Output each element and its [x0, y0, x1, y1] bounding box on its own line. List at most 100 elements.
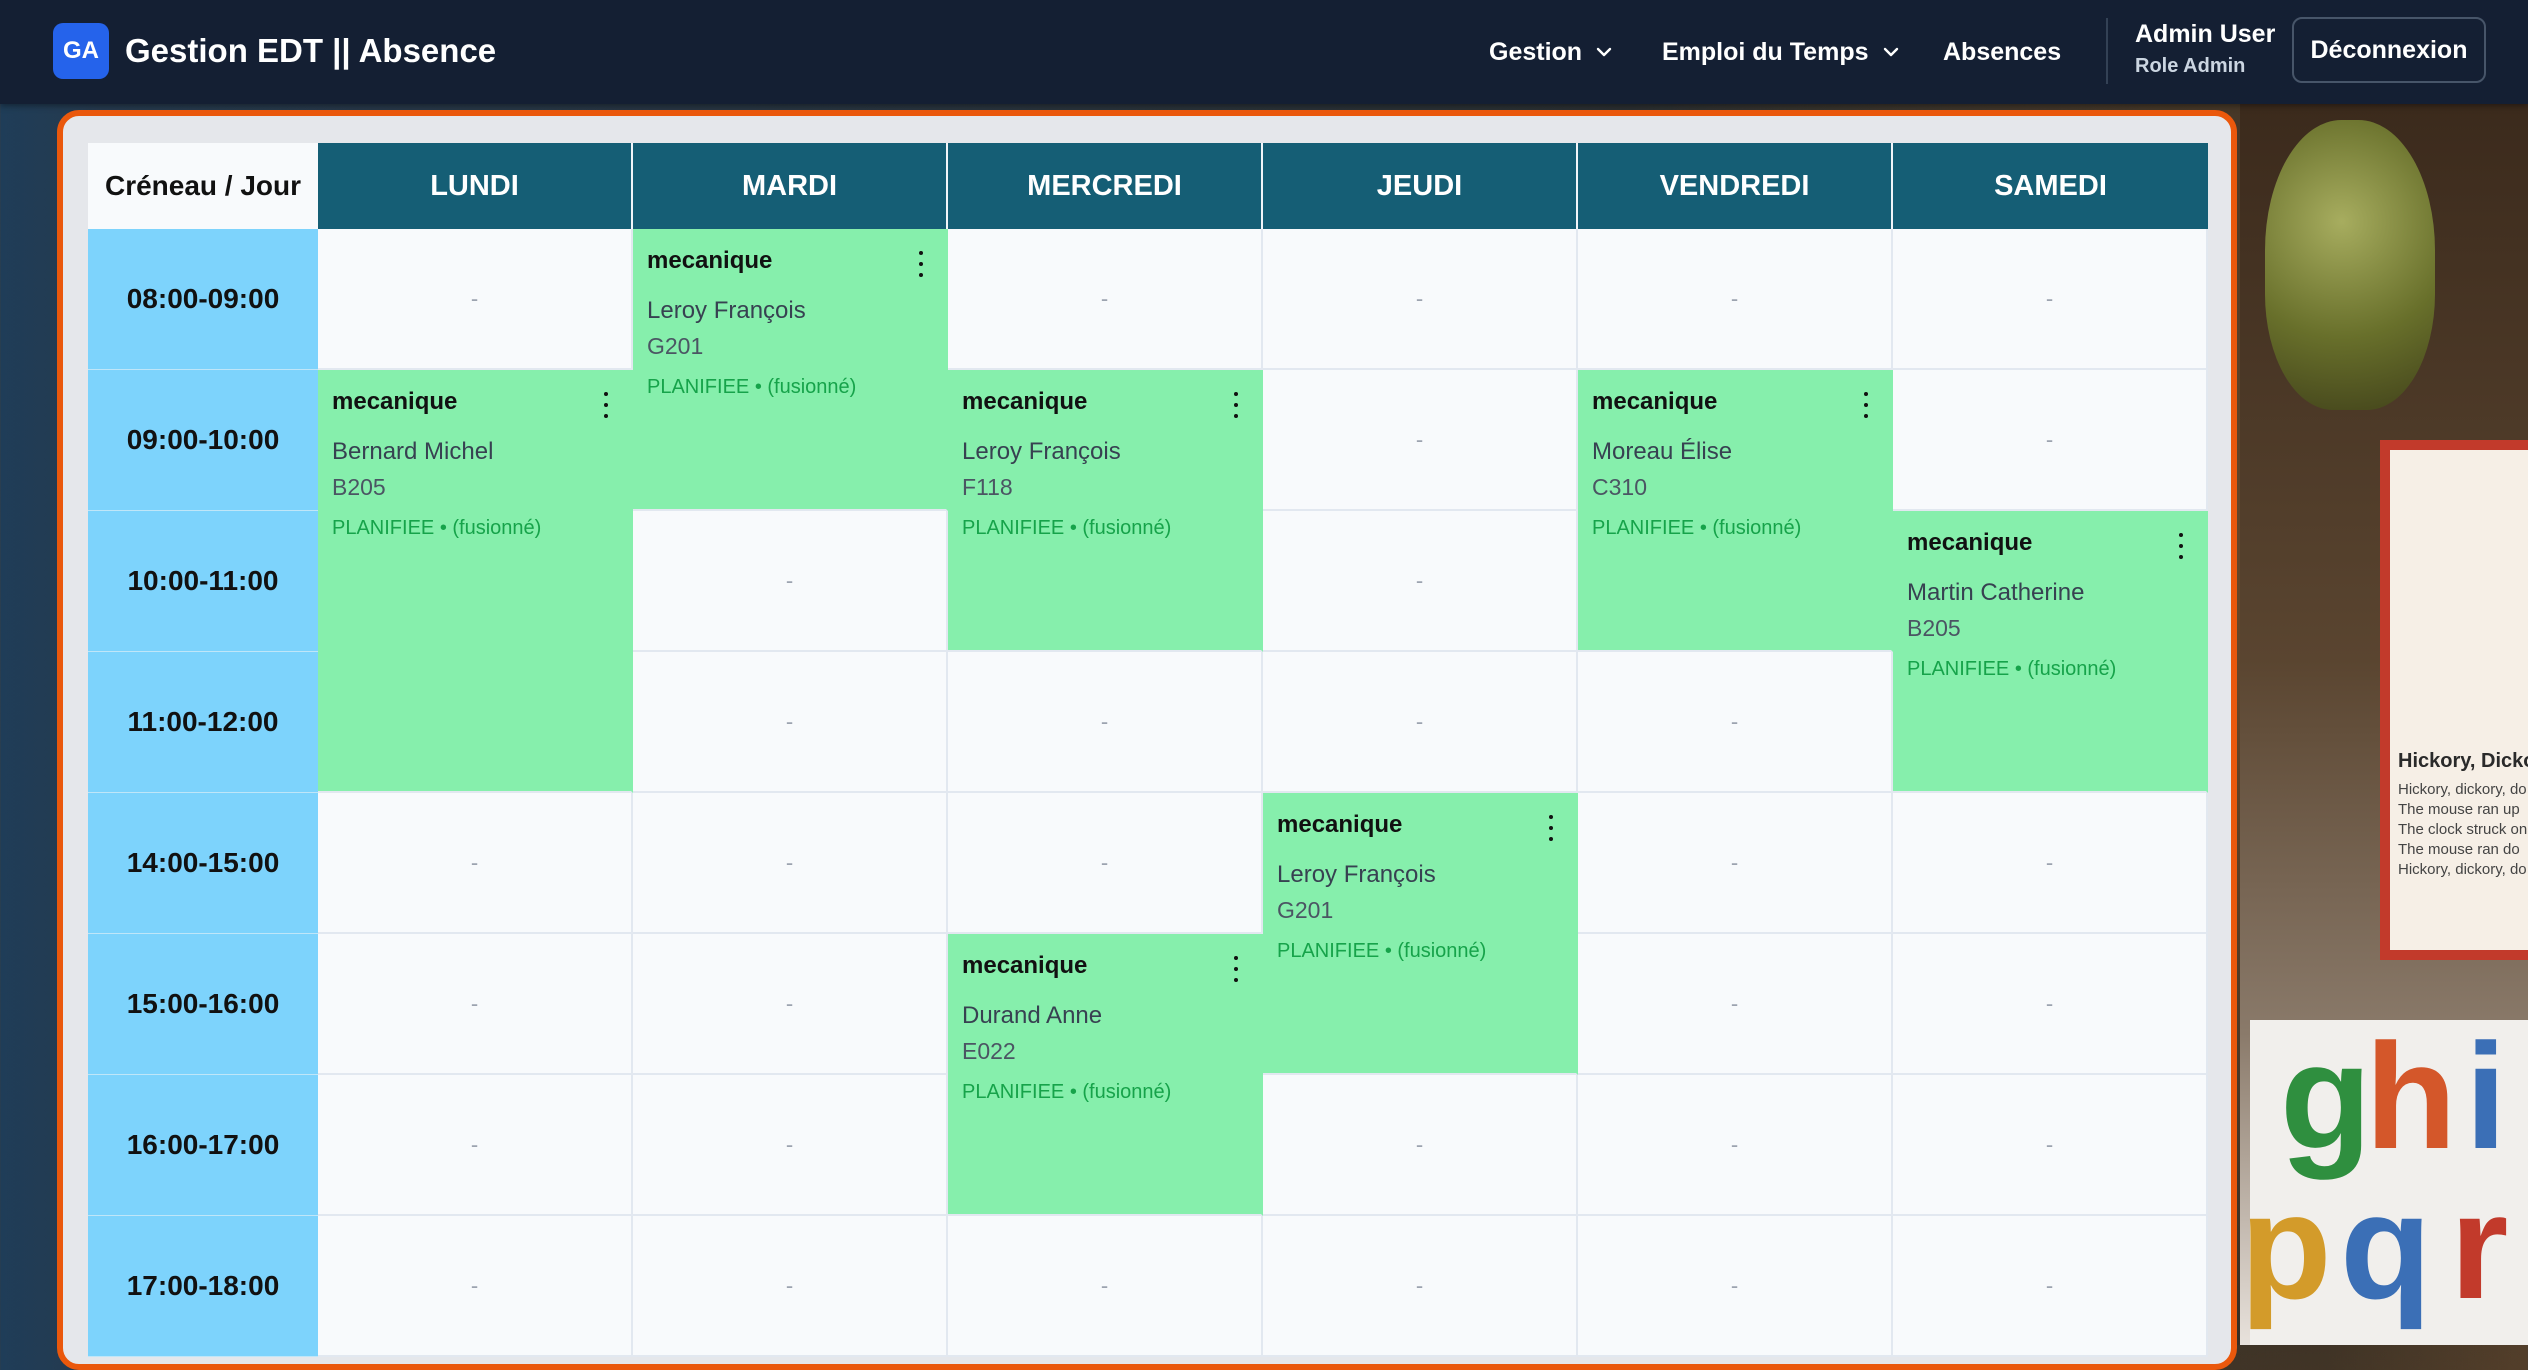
empty-cell[interactable]: -: [1578, 793, 1893, 934]
user-role: Role Admin: [2135, 55, 2246, 77]
poster-line: The mouse ran do: [2398, 841, 2520, 858]
empty-cell[interactable]: -: [1578, 652, 1893, 793]
empty-cell[interactable]: -: [318, 1075, 633, 1216]
brand-logo: GA: [53, 23, 109, 79]
empty-cell[interactable]: -: [1578, 1075, 1893, 1216]
empty-cell[interactable]: -: [633, 934, 948, 1075]
empty-cell[interactable]: -: [1578, 229, 1893, 370]
course-teacher: Martin Catherine: [1907, 579, 2085, 606]
course-teacher: Bernard Michel: [332, 438, 494, 465]
more-options-icon[interactable]: [601, 392, 611, 418]
empty-cell[interactable]: -: [948, 793, 1263, 934]
app-title: Gestion EDT || Absence: [125, 32, 497, 69]
time-slot-label: 14:00-15:00: [88, 793, 318, 934]
course-title: mecanique: [332, 388, 458, 415]
day-header-jeudi: JEUDI: [1263, 143, 1578, 229]
empty-cell[interactable]: -: [1263, 511, 1578, 652]
empty-cell[interactable]: -: [1578, 934, 1893, 1075]
course-teacher: Leroy François: [1277, 861, 1436, 888]
day-header-mardi: MARDI: [633, 143, 948, 229]
time-slot-label: 10:00-11:00: [88, 511, 318, 652]
empty-cell[interactable]: -: [318, 229, 633, 370]
empty-cell[interactable]: -: [1263, 1216, 1578, 1357]
empty-cell[interactable]: -: [1263, 652, 1578, 793]
more-options-icon[interactable]: [1231, 392, 1241, 418]
course-title: mecanique: [1592, 388, 1718, 415]
empty-cell[interactable]: -: [1893, 229, 2208, 370]
more-options-icon[interactable]: [2176, 533, 2186, 559]
empty-cell[interactable]: -: [1893, 1216, 2208, 1357]
letter-magnet: q: [2340, 1162, 2432, 1330]
time-slot-label: 09:00-10:00: [88, 370, 318, 511]
nav-gestion-dropdown[interactable]: Gestion: [1489, 38, 1614, 67]
more-options-icon[interactable]: [1861, 392, 1871, 418]
course-block[interactable]: mecanique Martin Catherine B205 PLANIFIE…: [1893, 511, 2208, 793]
more-options-icon[interactable]: [916, 251, 926, 277]
day-header-lundi: LUNDI: [318, 143, 633, 229]
empty-cell[interactable]: -: [1578, 1216, 1893, 1357]
empty-cell[interactable]: -: [948, 1216, 1263, 1357]
course-status: PLANIFIEE • (fusionné): [962, 517, 1172, 539]
course-room: G201: [1277, 897, 1334, 923]
nav-emploi-dropdown[interactable]: Emploi du Temps: [1662, 38, 1901, 67]
timetable-grid: Créneau / Jour LUNDI MARDI MERCREDI JEUD…: [88, 143, 2208, 1357]
course-block[interactable]: mecanique Durand Anne E022 PLANIFIEE • (…: [948, 934, 1263, 1216]
empty-cell[interactable]: -: [1263, 1075, 1578, 1216]
empty-cell[interactable]: -: [1893, 934, 2208, 1075]
empty-cell[interactable]: -: [948, 229, 1263, 370]
time-slot-label: 11:00-12:00: [88, 652, 318, 793]
course-status: PLANIFIEE • (fusionné): [1592, 517, 1802, 539]
course-status: PLANIFIEE • (fusionné): [1277, 940, 1487, 962]
poster-title: Hickory, Dickory: [2398, 750, 2528, 772]
course-room: B205: [332, 474, 386, 500]
chevron-down-icon: [1596, 47, 1612, 57]
background-frog-toy: [2265, 120, 2435, 410]
course-block[interactable]: mecanique Bernard Michel B205 PLANIFIEE …: [318, 370, 633, 793]
empty-cell[interactable]: -: [633, 511, 948, 652]
empty-cell[interactable]: -: [1893, 370, 2208, 511]
poster-line: The clock struck on: [2398, 821, 2528, 838]
poster-line: The mouse ran up: [2398, 801, 2520, 818]
course-teacher: Leroy François: [647, 297, 806, 324]
empty-cell[interactable]: -: [633, 1075, 948, 1216]
course-title: mecanique: [647, 247, 773, 274]
course-teacher: Moreau Élise: [1592, 438, 1733, 465]
letter-magnet: p: [2240, 1162, 2332, 1330]
course-room: E022: [962, 1038, 1016, 1064]
empty-cell[interactable]: -: [633, 1216, 948, 1357]
letter-magnet: i: [2465, 1012, 2507, 1180]
course-title: mecanique: [1907, 529, 2033, 556]
course-title: mecanique: [1277, 811, 1403, 838]
course-block[interactable]: mecanique Moreau Élise C310 PLANIFIEE • …: [1578, 370, 1893, 652]
empty-cell[interactable]: -: [948, 652, 1263, 793]
empty-cell[interactable]: -: [318, 1216, 633, 1357]
empty-cell[interactable]: -: [633, 793, 948, 934]
day-header-mercredi: MERCREDI: [948, 143, 1263, 229]
course-status: PLANIFIEE • (fusionné): [962, 1081, 1172, 1103]
poster-lines: Hickory, dickory, do The mouse ran up Th…: [2398, 780, 2527, 880]
user-name: Admin User: [2135, 20, 2276, 48]
logout-button[interactable]: Déconnexion: [2292, 17, 2486, 83]
course-room: F118: [962, 474, 1013, 500]
empty-cell[interactable]: -: [633, 652, 948, 793]
more-options-icon[interactable]: [1231, 956, 1241, 982]
empty-cell[interactable]: -: [1893, 1075, 2208, 1216]
brand[interactable]: GA Gestion EDT || Absence: [53, 23, 496, 79]
empty-cell[interactable]: -: [1263, 229, 1578, 370]
nav-absences-link[interactable]: Absences: [1943, 38, 2061, 67]
user-info: Admin User Role Admin: [2135, 20, 2275, 78]
empty-cell[interactable]: -: [318, 793, 633, 934]
background-wall: [2240, 100, 2528, 1345]
empty-cell[interactable]: -: [318, 934, 633, 1075]
more-options-icon[interactable]: [1546, 815, 1556, 841]
letter-magnet: r: [2450, 1162, 2509, 1330]
empty-cell[interactable]: -: [1263, 370, 1578, 511]
course-room: C310: [1592, 474, 1647, 500]
course-block[interactable]: mecanique Leroy François G201 PLANIFIEE …: [1263, 793, 1578, 1075]
course-block[interactable]: mecanique Leroy François G201 PLANIFIEE …: [633, 229, 948, 511]
poster-line: Hickory, dickory, do: [2398, 781, 2527, 798]
course-block[interactable]: mecanique Leroy François F118 PLANIFIEE …: [948, 370, 1263, 652]
corner-header: Créneau / Jour: [88, 143, 318, 229]
course-status: PLANIFIEE • (fusionné): [1907, 658, 2117, 680]
empty-cell[interactable]: -: [1893, 793, 2208, 934]
